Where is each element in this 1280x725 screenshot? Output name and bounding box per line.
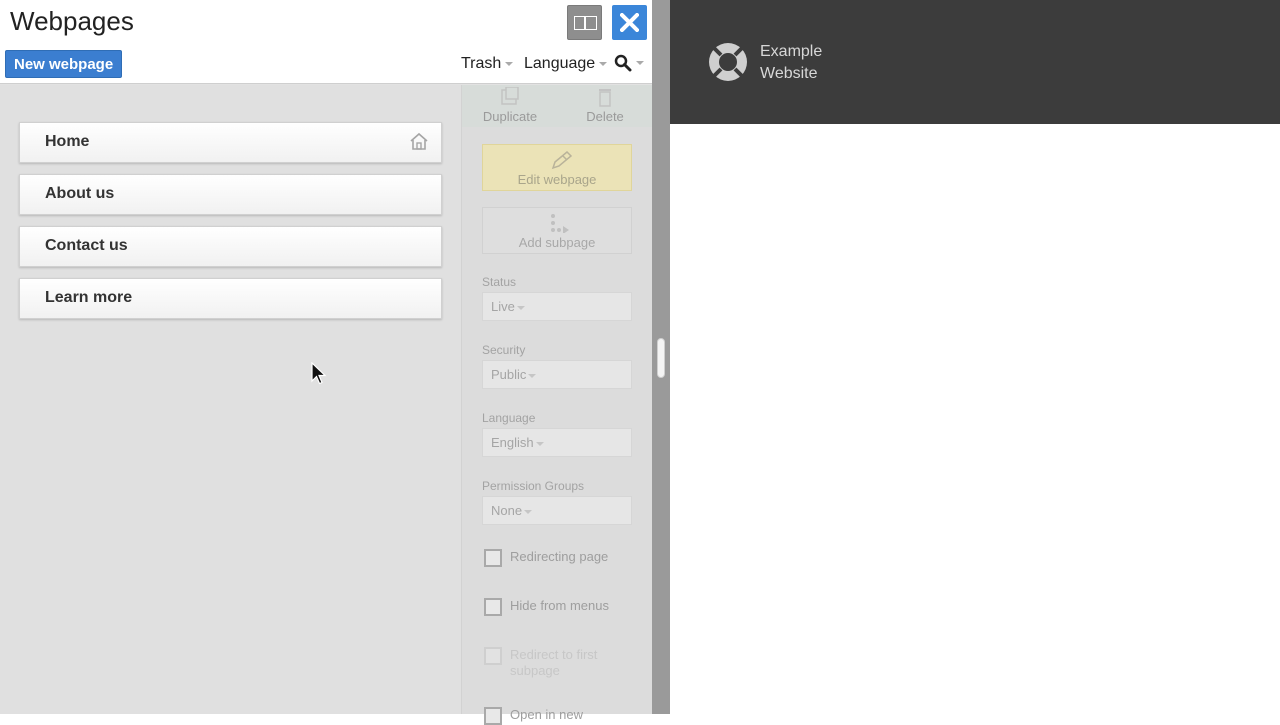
site-name[interactable]: Example Website bbox=[760, 41, 860, 85]
chevron-down-icon bbox=[636, 61, 644, 65]
edit-webpage-button[interactable]: Edit webpage bbox=[482, 144, 632, 191]
close-icon bbox=[620, 13, 639, 32]
site-name-line-2: Website bbox=[760, 65, 818, 82]
website-preview: Example Website bbox=[670, 0, 1280, 714]
panel-splitter[interactable] bbox=[652, 0, 670, 714]
trash-menu-label: Trash bbox=[461, 55, 502, 72]
chevron-down-icon bbox=[516, 305, 525, 310]
new-webpage-button[interactable]: New webpage bbox=[5, 50, 123, 78]
chevron-down-icon bbox=[505, 61, 514, 66]
trash-icon bbox=[599, 89, 611, 107]
duplicate-label: Duplicate bbox=[482, 109, 538, 124]
status-value: Live bbox=[491, 299, 515, 314]
page-title: Webpages bbox=[10, 6, 134, 36]
redirect-first-subpage-checkbox bbox=[484, 647, 502, 665]
language-menu-label: Language bbox=[524, 55, 596, 72]
language-menu[interactable]: Language bbox=[524, 55, 608, 73]
layout-toggle-button[interactable] bbox=[567, 5, 602, 40]
search-menu[interactable] bbox=[614, 54, 644, 72]
tree-item-about-us[interactable]: About us bbox=[19, 174, 442, 215]
edit-webpage-label: Edit webpage bbox=[517, 172, 597, 187]
redirecting-page-label: Redirecting page bbox=[510, 549, 609, 564]
tree-item-label: Contact us bbox=[45, 237, 128, 254]
splitter-handle[interactable] bbox=[657, 338, 665, 378]
search-icon bbox=[614, 54, 632, 72]
language-label: Language bbox=[482, 411, 536, 425]
panel-header: Webpages New webpage Trash Language bbox=[0, 0, 652, 84]
tree-item-learn-more[interactable]: Learn more bbox=[19, 278, 442, 319]
language-value: English bbox=[491, 435, 534, 450]
add-subpage-label: Add subpage bbox=[518, 235, 596, 250]
security-select[interactable]: Public bbox=[482, 360, 632, 389]
open-in-new-checkbox[interactable] bbox=[484, 707, 502, 725]
chevron-down-icon bbox=[524, 509, 533, 514]
delete-label: Delete bbox=[586, 109, 624, 124]
permission-groups-value: None bbox=[491, 503, 523, 518]
lifebuoy-icon bbox=[709, 43, 747, 81]
delete-button[interactable]: Delete bbox=[565, 87, 645, 124]
hide-from-menus-label: Hide from menus bbox=[510, 598, 609, 613]
add-subpage-button[interactable]: Add subpage bbox=[482, 207, 632, 254]
chevron-down-icon bbox=[528, 373, 537, 378]
add-subpage-icon bbox=[551, 214, 569, 233]
mouse-cursor-icon bbox=[311, 362, 327, 385]
tree-item-label: About us bbox=[45, 185, 115, 202]
security-label: Security bbox=[482, 343, 526, 357]
page-properties-panel: Duplicate Delete Edit webpage Add subpag… bbox=[461, 85, 653, 725]
language-select[interactable]: English bbox=[482, 428, 632, 457]
chevron-down-icon bbox=[535, 441, 544, 446]
home-icon bbox=[410, 132, 428, 150]
duplicate-icon bbox=[501, 87, 519, 105]
chevron-down-icon bbox=[599, 61, 608, 66]
redirecting-page-checkbox[interactable] bbox=[484, 549, 502, 567]
site-header: Example Website bbox=[670, 0, 1280, 124]
pencil-icon bbox=[551, 150, 573, 170]
site-name-line-1: Example bbox=[760, 43, 823, 60]
duplicate-button[interactable]: Duplicate bbox=[470, 87, 550, 124]
tree-item-label: Home bbox=[45, 133, 90, 150]
status-select[interactable]: Live bbox=[482, 292, 632, 321]
redirect-first-subpage-label: Redirect to first subpage bbox=[510, 647, 598, 678]
tree-item-home[interactable]: Home bbox=[19, 122, 442, 163]
close-button[interactable] bbox=[612, 5, 647, 40]
trash-menu[interactable]: Trash bbox=[461, 55, 514, 73]
permission-groups-label: Permission Groups bbox=[482, 479, 585, 493]
status-label: Status bbox=[482, 275, 517, 289]
webpages-panel: Webpages New webpage Trash Language Home bbox=[0, 0, 653, 725]
tree-item-label: Learn more bbox=[45, 289, 133, 306]
permission-groups-select[interactable]: None bbox=[482, 496, 632, 525]
tree-item-contact-us[interactable]: Contact us bbox=[19, 226, 442, 267]
split-layout-icon bbox=[574, 16, 597, 30]
page-tree: Home About us Contact us Learn more bbox=[0, 85, 461, 714]
open-in-new-label: Open in new bbox=[510, 707, 583, 722]
properties-toolbar: Duplicate Delete bbox=[462, 85, 653, 127]
security-value: Public bbox=[491, 367, 527, 382]
hide-from-menus-checkbox[interactable] bbox=[484, 598, 502, 616]
